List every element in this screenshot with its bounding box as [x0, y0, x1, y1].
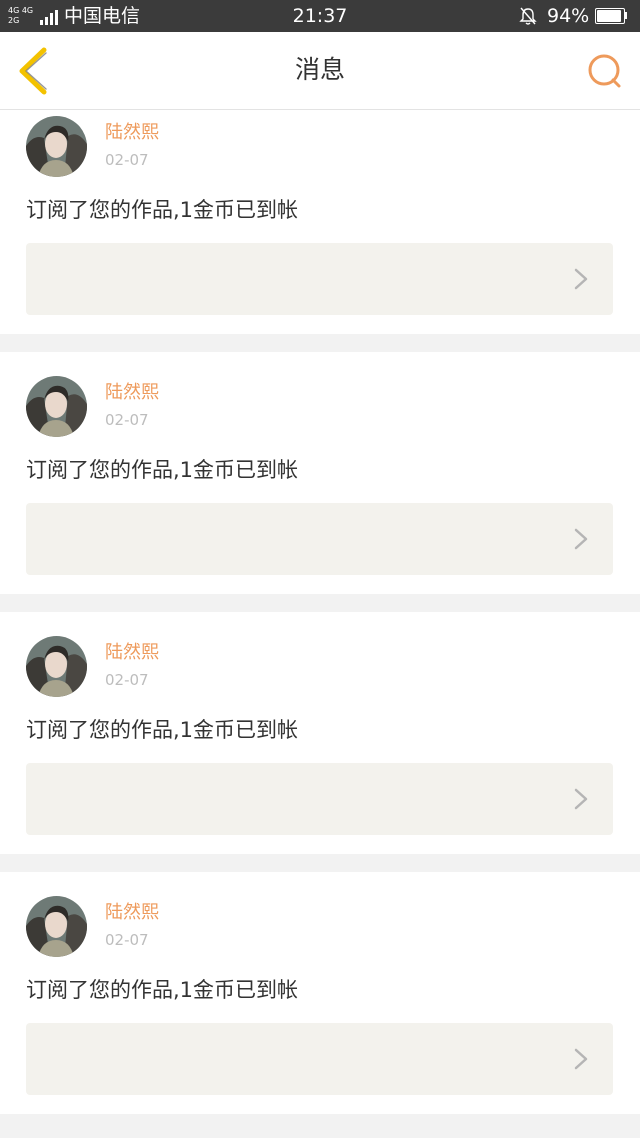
username[interactable]: 陆然熙	[105, 902, 159, 924]
message-card: 陆然熙 02-07 订阅了您的作品,1金币已到帐	[0, 110, 640, 334]
message-text: 订阅了您的作品,1金币已到帐	[26, 458, 299, 482]
message-text: 订阅了您的作品,1金币已到帐	[26, 718, 299, 742]
message-date: 02-07	[105, 931, 149, 949]
mute-bell-icon	[519, 7, 537, 25]
message-date: 02-07	[105, 671, 149, 689]
chevron-right-icon	[574, 788, 588, 810]
user-photo-icon	[26, 116, 87, 177]
message-card: 陆然熙 02-07 订阅了您的作品,1金币已到帐	[0, 612, 640, 854]
avatar[interactable]	[26, 376, 87, 437]
user-photo-icon	[26, 376, 87, 437]
battery-percent: 94%	[547, 5, 590, 27]
clock: 21:37	[292, 5, 348, 27]
username[interactable]: 陆然熙	[105, 382, 159, 404]
username[interactable]: 陆然熙	[105, 642, 159, 664]
user-photo-icon	[26, 636, 87, 697]
message-text: 订阅了您的作品,1金币已到帐	[26, 198, 299, 222]
linked-work-card[interactable]	[26, 243, 613, 315]
avatar[interactable]	[26, 896, 87, 957]
username[interactable]: 陆然熙	[105, 122, 159, 144]
message-text: 订阅了您的作品,1金币已到帐	[26, 978, 299, 1002]
message-list: 陆然熙 02-07 订阅了您的作品,1金币已到帐 陆然熙 02-07 订阅了您的…	[0, 110, 640, 1138]
search-icon	[588, 54, 621, 88]
page-title: 消息	[294, 55, 345, 84]
battery-icon	[595, 8, 627, 24]
user-photo-icon	[26, 896, 87, 957]
linked-work-card[interactable]	[26, 1023, 613, 1095]
chevron-right-icon	[574, 268, 588, 290]
message-date: 02-07	[105, 151, 149, 169]
message-card: 陆然熙 02-07 订阅了您的作品,1金币已到帐	[0, 352, 640, 594]
header-bar: 消息	[0, 32, 640, 110]
message-date: 02-07	[105, 411, 149, 429]
status-bar: 4G 4G 2G 中国电信 21:37 94%	[0, 0, 640, 32]
chevron-right-icon	[574, 1048, 588, 1070]
search-button[interactable]	[582, 50, 626, 94]
message-card: 陆然熙 02-07 订阅了您的作品,1金币已到帐	[0, 872, 640, 1114]
avatar[interactable]	[26, 636, 87, 697]
linked-work-card[interactable]	[26, 763, 613, 835]
avatar[interactable]	[26, 116, 87, 177]
chevron-right-icon	[574, 528, 588, 550]
linked-work-card[interactable]	[26, 503, 613, 575]
